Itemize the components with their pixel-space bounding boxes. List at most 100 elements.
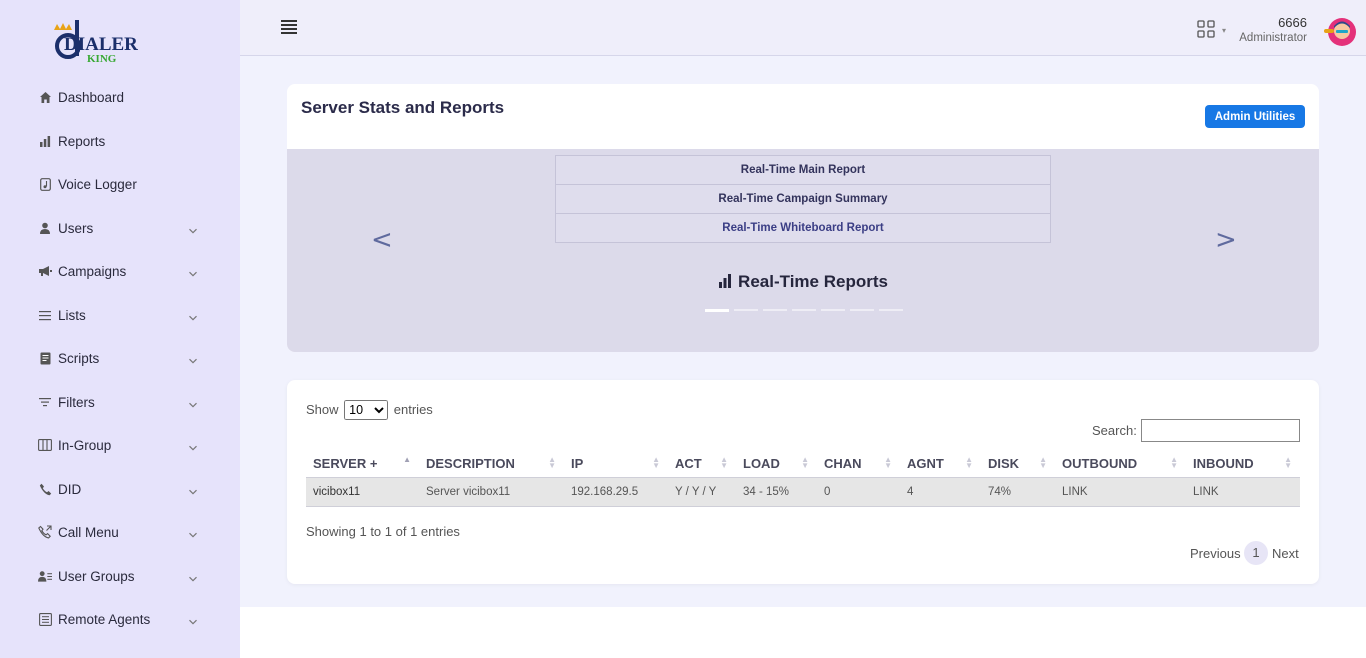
carousel-caption: Real-Time Reports [287,272,1319,292]
table-cell-link[interactable]: LINK [1186,476,1300,507]
carousel-indicator[interactable] [734,309,758,311]
sidebar-item-label: Campaigns [58,263,127,279]
sidebar-item-campaigns[interactable]: Campaigns [0,251,240,291]
user-group-icon [38,569,52,583]
report-link-main[interactable]: Real-Time Main Report [556,156,1050,185]
phone-outgoing-icon [38,525,52,539]
column-header-label: DESCRIPTION [426,455,515,471]
servers-table: SERVER + ▲ DESCRIPTION ▲ ▼ IP ▲ ▼ ACT ▲ ▼ LOAD ▲ ▼ CHA… [306,450,1300,507]
home-icon [38,90,52,104]
page-size-select[interactable]: 102550100 [344,400,389,420]
pagination: Previous 1 Next [1190,541,1300,566]
column-header-label: ACT [675,455,702,471]
chevron-down-icon [188,484,198,495]
phone-icon [38,482,52,496]
chevron-down-icon [188,440,198,451]
brand-logo[interactable]: DIALER KING [50,18,150,68]
sort-icon: ▲ ▼ [965,455,973,470]
document-icon [38,351,52,365]
sort-icon: ▲ ▼ [720,455,728,470]
column-header[interactable]: INBOUND ▲ ▼ [1186,450,1300,477]
sidebar-item-label: User Groups [58,568,135,584]
entries-label: entries [393,402,433,417]
sidebar-item-voice-logger[interactable]: Voice Logger [0,164,240,204]
sidebar-item-users[interactable]: Users [0,208,240,248]
server-stats-card: Server Stats and Reports Admin Utilities… [287,84,1319,352]
chevron-down-icon [188,353,198,364]
table-cell: vicibox11 [306,476,419,507]
card-title: Server Stats and Reports [301,98,505,117]
sidebar-item-scripts[interactable]: Scripts [0,338,240,378]
sidebar-item-reports[interactable]: Reports [0,121,240,161]
sidebar-item-in-group[interactable]: In-Group [0,425,240,465]
carousel-indicator[interactable] [850,309,874,311]
column-header[interactable]: DESCRIPTION ▲ ▼ [419,450,564,477]
carousel-indicator[interactable] [705,308,729,312]
list-icon [38,308,52,322]
music-file-icon [38,177,52,191]
menu-toggle-icon[interactable] [281,20,297,36]
table-cell: 0 [817,476,900,507]
bar-chart-icon [719,274,732,288]
pagination-next[interactable]: Next [1272,546,1299,561]
report-link-campaign-summary[interactable]: Real-Time Campaign Summary [556,185,1050,214]
pagination-page-current[interactable]: 1 [1244,541,1268,565]
chevron-down-icon [188,397,198,408]
table-cell: 34 - 15% [736,476,817,507]
column-header[interactable]: OUTBOUND ▲ ▼ [1055,450,1186,477]
sidebar-item-lists[interactable]: Lists [0,295,240,335]
table-cell: Y / Y / Y [668,476,736,507]
admin-utilities-button[interactable]: Admin Utilities [1205,105,1305,128]
column-header-label: AGNT [907,455,944,471]
sort-icon: ▲ ▼ [1170,455,1178,470]
column-header-label: CHAN [824,455,862,471]
brand-subname: KING [87,53,117,65]
chevron-down-icon [188,223,198,234]
column-header[interactable]: CHAN ▲ ▼ [817,450,900,477]
megaphone-icon [38,264,52,278]
column-header[interactable]: IP ▲ ▼ [564,450,668,477]
carousel-indicator[interactable] [879,309,903,311]
column-header-label: DISK [988,455,1020,471]
pagination-previous[interactable]: Previous [1190,546,1241,561]
carousel-indicator[interactable] [763,309,787,311]
reports-carousel: Real-Time Main Report Real-Time Campaign… [287,149,1319,352]
column-header[interactable]: LOAD ▲ ▼ [736,450,817,477]
sidebar-item-label: Voice Logger [58,176,137,192]
server-table-card: Show 102550100 entries Search: SERVER + ▲… [287,380,1319,584]
column-header[interactable]: DISK ▲ ▼ [981,450,1055,477]
sidebar-item-filters[interactable]: Filters [0,382,240,422]
search-input[interactable] [1141,419,1300,442]
page-size-control: Show 102550100 entries [306,400,433,420]
report-link-whiteboard[interactable]: Real-Time Whiteboard Report [556,214,1050,243]
column-header-label: INBOUND [1193,455,1254,471]
carousel-indicator[interactable] [792,309,816,311]
column-header-label: LOAD [743,455,780,471]
sidebar-item-user-groups[interactable]: User Groups [0,556,240,596]
sort-icon: ▲ [403,455,411,464]
chevron-down-icon [188,571,198,582]
chevron-down-icon: ▾ [1222,26,1227,35]
sidebar-item-did[interactable]: DID [0,469,240,509]
report-links-list: Real-Time Main Report Real-Time Campaign… [555,155,1051,243]
table-cell-link[interactable]: LINK [1055,476,1186,507]
sidebar-item-label: DID [58,481,82,497]
table-header-row: SERVER + ▲ DESCRIPTION ▲ ▼ IP ▲ ▼ ACT ▲ ▼ LOAD ▲ ▼ CHA… [306,450,1300,477]
carousel-next-button[interactable]: > [1215,225,1237,255]
sort-icon: ▲ ▼ [548,455,556,470]
bar-chart-icon [38,134,52,148]
sidebar-item-remote-agents[interactable]: Remote Agents [0,599,240,639]
search-label: Search: [1092,423,1137,438]
table-row[interactable]: vicibox11 Server vicibox11 192.168.29.5 Y /… [306,476,1300,507]
carousel-prev-button[interactable]: < [371,225,393,255]
sidebar-item-dashboard[interactable]: Dashboard [0,77,240,117]
column-header[interactable]: SERVER + ▲ [306,450,419,477]
top-header: ▾ 6666 Administrator [240,0,1366,56]
column-header[interactable]: ACT ▲ ▼ [668,450,736,477]
apps-grid-icon[interactable] [1197,20,1215,38]
carousel-indicator[interactable] [821,309,845,311]
avatar[interactable] [1322,17,1358,47]
column-header[interactable]: AGNT ▲ ▼ [900,450,981,477]
sidebar-item-call-menu[interactable]: Call Menu [0,512,240,552]
sidebar-item-label: In-Group [58,437,112,453]
